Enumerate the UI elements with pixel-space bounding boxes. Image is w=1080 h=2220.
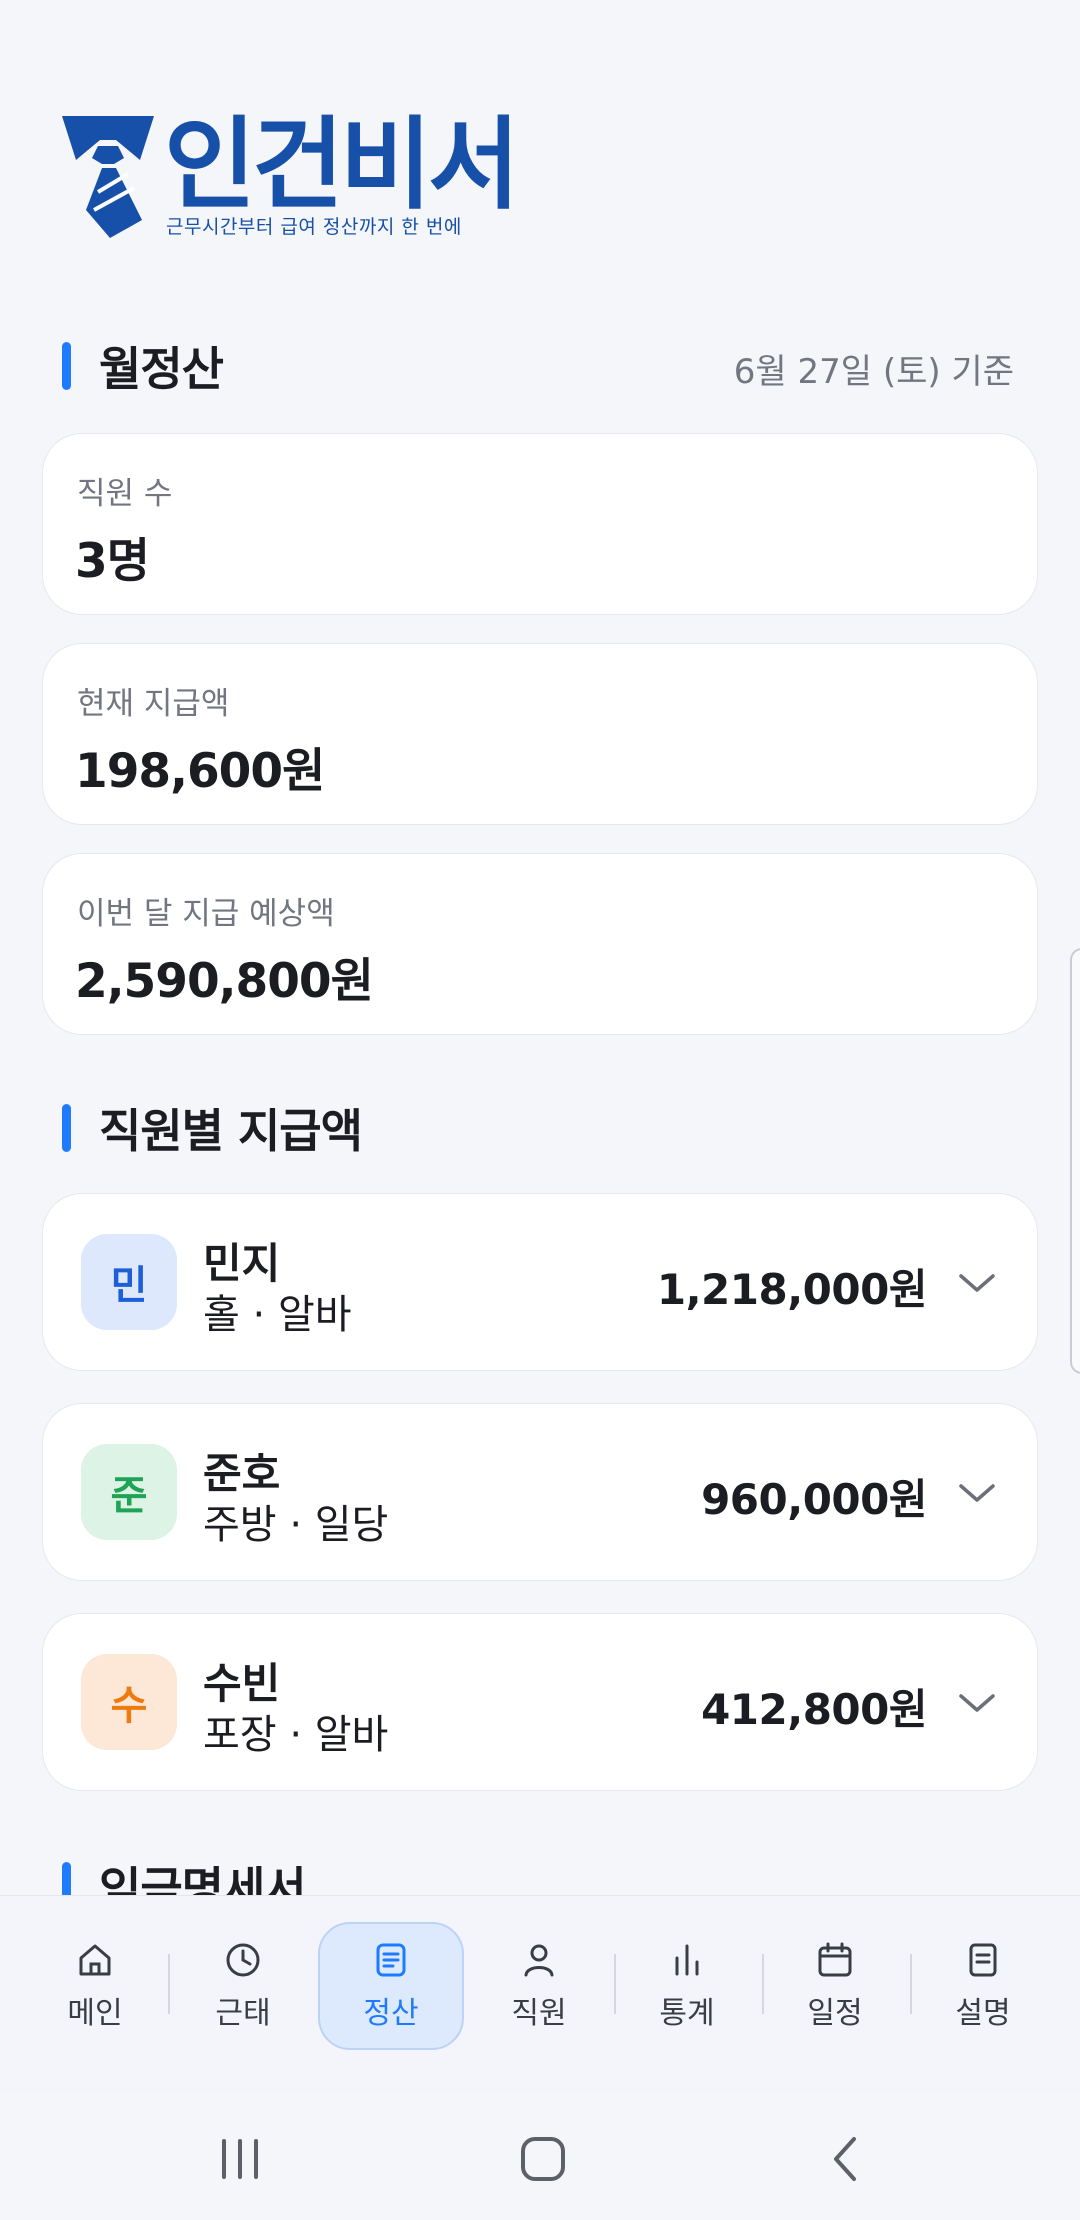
expected-pay-card: 이번 달 지급 예상액 2,590,800원 <box>42 853 1038 1035</box>
avatar: 민 <box>81 1234 177 1330</box>
staff-count-label: 직원 수 <box>77 476 173 512</box>
chevron-down-icon[interactable] <box>957 1268 997 1298</box>
recent-apps-icon[interactable] <box>210 2129 270 2189</box>
nav-item-guide[interactable]: 설명 <box>910 1922 1056 2050</box>
necktie-icon <box>62 116 154 238</box>
avatar: 준 <box>81 1444 177 1540</box>
document-icon <box>376 1943 406 1977</box>
employee-amount: 1,218,000원 <box>656 1265 928 1314</box>
nav-label: 설명 <box>955 1996 1011 2031</box>
employee-card-junho[interactable]: 준 준호 주방 · 일당 960,000원 <box>42 1403 1038 1581</box>
chevron-down-icon[interactable] <box>957 1478 997 1508</box>
nav-item-staff[interactable]: 직원 <box>466 1922 612 2050</box>
bar-chart-icon <box>675 1944 699 1976</box>
current-pay-label: 현재 지급액 <box>77 686 230 722</box>
back-icon[interactable] <box>816 2129 876 2189</box>
section-accent-bar <box>62 1104 71 1152</box>
chevron-down-icon[interactable] <box>957 1688 997 1718</box>
employee-role: 홀 · 알바 <box>203 1292 352 1338</box>
employee-card-subin[interactable]: 수 수빈 포장 · 알바 412,800원 <box>42 1613 1038 1791</box>
expected-pay-value: 2,590,800원 <box>75 954 374 1009</box>
nav-item-main[interactable]: 메인 <box>22 1922 168 2050</box>
nav-label: 정산 <box>363 1996 419 2031</box>
section-accent-bar <box>62 342 71 390</box>
employee-role: 포장 · 알바 <box>203 1712 389 1758</box>
basis-date: 6월 27일 (토) 기준 <box>733 352 1014 392</box>
clock-icon <box>226 1943 260 1977</box>
app-logo: 인건비서 근무시간부터 급여 정산까지 한 번에 <box>58 106 520 242</box>
logo-wordmark: 인건비서 <box>164 106 520 223</box>
avatar: 수 <box>81 1654 177 1750</box>
person-icon <box>524 1944 554 1977</box>
monthly-title: 월정산 <box>99 342 224 396</box>
current-pay-value: 198,600원 <box>75 744 325 799</box>
system-nav-bar <box>0 2093 1080 2220</box>
current-pay-card: 현재 지급액 198,600원 <box>42 643 1038 825</box>
nav-label: 일정 <box>807 1996 863 2031</box>
nav-label: 직원 <box>511 1996 567 2031</box>
note-icon <box>969 1943 997 1977</box>
employees-title: 직원별 지급액 <box>99 1104 363 1158</box>
nav-item-stats[interactable]: 통계 <box>614 1922 760 2050</box>
expected-pay-label: 이번 달 지급 예상액 <box>77 896 335 932</box>
employee-role: 주방 · 일당 <box>203 1502 389 1548</box>
employee-amount: 412,800원 <box>701 1685 927 1734</box>
monthly-section-header: 월정산 <box>62 338 224 396</box>
staff-count-value: 3명 <box>75 534 150 589</box>
employees-section-header: 직원별 지급액 <box>62 1100 363 1158</box>
nav-label: 근태 <box>215 1996 271 2031</box>
home-icon <box>79 1944 111 1976</box>
bottom-nav: 메인 근태 정산 직원 통계 일정 설명 <box>0 1895 1080 2093</box>
employee-amount: 960,000원 <box>701 1475 927 1524</box>
calendar-icon <box>818 1942 852 1977</box>
edge-panel-handle[interactable] <box>1070 948 1080 1374</box>
home-button-icon[interactable] <box>513 2129 573 2189</box>
logo-tagline: 근무시간부터 급여 정산까지 한 번에 <box>166 216 462 238</box>
nav-item-attendance[interactable]: 근태 <box>170 1922 316 2050</box>
nav-item-settlement[interactable]: 정산 <box>318 1922 464 2050</box>
nav-item-schedule[interactable]: 일정 <box>762 1922 908 2050</box>
nav-label: 통계 <box>659 1996 715 2031</box>
employee-card-minji[interactable]: 민 민지 홀 · 알바 1,218,000원 <box>42 1193 1038 1371</box>
staff-count-card: 직원 수 3명 <box>42 433 1038 615</box>
nav-label: 메인 <box>67 1996 123 2031</box>
